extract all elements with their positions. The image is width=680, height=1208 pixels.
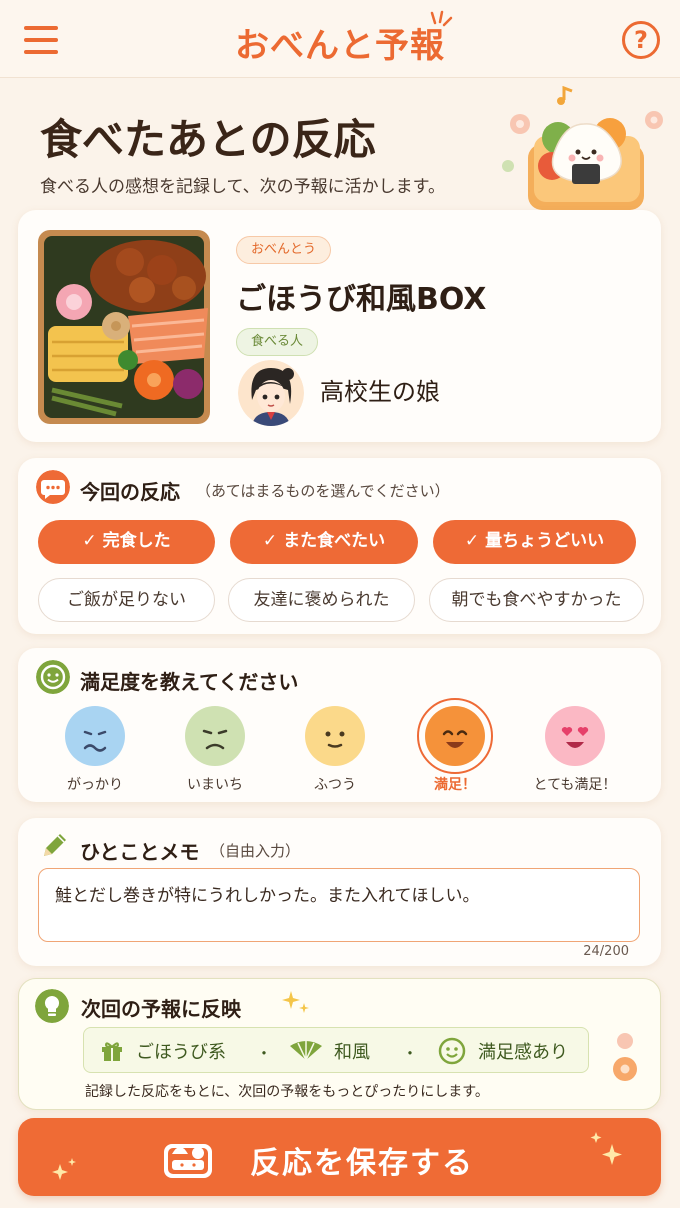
save-reaction-button[interactable]: 反応を保存する	[18, 1118, 661, 1196]
face-label-selected: 満足！	[434, 777, 476, 793]
disappointed-face-icon[interactable]	[65, 706, 125, 766]
tag-satisfying: 満足感あり	[478, 1042, 568, 1063]
folding-fan-icon	[290, 1041, 322, 1061]
bento-box-icon	[164, 1144, 212, 1178]
sparkle-icon	[282, 991, 309, 1013]
pencil-icon	[44, 834, 66, 856]
next-forecast-card: 次回の予報に反映 ごほうび系 ・ 和風 ・ 満足感あり 記録した反応をもとに、次…	[18, 978, 661, 1110]
reaction-note: （あてはまるものを選んでください）	[196, 482, 450, 500]
face-label: がっかり	[67, 777, 123, 793]
onigiri-bento-illustration	[502, 86, 663, 210]
flower-icon	[613, 1033, 637, 1081]
happy-face-icon[interactable]	[417, 698, 493, 774]
help-question-icon[interactable]: ?	[622, 21, 660, 59]
memo-title: ひとことメモ	[80, 840, 200, 864]
chip-easy-morning[interactable]: 朝でも食べやすかった	[429, 578, 644, 622]
sparkle-icon	[590, 1132, 622, 1165]
page-title: 食べたあとの反応	[40, 115, 376, 164]
memo-note: （自由入力）	[210, 842, 301, 860]
tag-japanese: 和風	[334, 1042, 370, 1063]
bento-tag: おべんとう	[236, 236, 332, 264]
eater-tag: 食べる人	[236, 328, 319, 356]
bento-photo	[38, 230, 210, 424]
memo-char-count: 24/200	[583, 944, 629, 959]
smile-icon	[36, 660, 70, 694]
face-label: ふつう	[314, 777, 356, 793]
eater-name: 高校生の娘	[320, 378, 440, 406]
lightbulb-icon	[35, 989, 69, 1023]
bento-name: ごほうび和風BOX	[236, 282, 487, 317]
chip-not-enough-rice[interactable]: ご飯が足りない	[38, 578, 215, 622]
next-note: 記録した反応をもとに、次回の予報をもっとぴったりにします。	[85, 1084, 489, 1100]
check-icon: ✓	[464, 531, 480, 551]
chip-finished[interactable]: ✓ 完食した	[38, 520, 215, 564]
chip-label: 量ちょうどいい	[485, 531, 605, 551]
memo-card: ひとことメモ （自由入力） 鮭とだし巻きが特にうれしかった。また入れてほしい。 …	[18, 818, 661, 966]
heart-eyes-face-icon[interactable]	[545, 706, 605, 766]
memo-input[interactable]: 鮭とだし巻きが特にうれしかった。また入れてほしい。	[38, 868, 640, 942]
app-title: おべんと予報	[235, 26, 445, 66]
check-icon: ✓	[82, 531, 97, 551]
meh-face-icon[interactable]	[185, 706, 245, 766]
tag-separator: ・	[256, 1044, 273, 1063]
sparkle-icon	[52, 1158, 76, 1180]
chip-portion-right[interactable]: ✓ 量ちょうどいい	[433, 520, 636, 564]
next-title: 次回の予報に反映	[81, 997, 241, 1021]
gift-icon	[102, 1042, 122, 1061]
page-subtitle: 食べる人の感想を記録して、次の予報に活かします。	[40, 177, 445, 197]
smile-icon	[438, 1037, 466, 1065]
face-label: いまいち	[187, 777, 243, 793]
chip-label: また食べたい	[283, 531, 386, 551]
eater-avatar	[238, 360, 304, 426]
tag-reward: ごほうび系	[136, 1042, 226, 1063]
sparkle-icon	[430, 10, 453, 27]
tag-separator: ・	[402, 1044, 419, 1063]
top-app-bar: おべんと予報 ?	[0, 0, 680, 78]
save-label: 反応を保存する	[250, 1146, 474, 1181]
chip-praised-by-friends[interactable]: 友達に褒められた	[228, 578, 415, 622]
check-icon: ✓	[262, 531, 278, 551]
reaction-card: 今回の反応 （あてはまるものを選んでください） ✓ 完食した ✓ また食べたい ✓ 量…	[18, 458, 661, 634]
face-label: とても満足！	[533, 777, 617, 793]
neutral-face-icon[interactable]	[305, 706, 365, 766]
reaction-title: 今回の反応	[80, 480, 180, 504]
chat-bubble-icon	[36, 470, 70, 504]
bento-card: おべんとう ごほうび和風BOX 食べる人 高校生の娘	[18, 210, 661, 442]
chip-label: 完食した	[102, 531, 171, 551]
satisfaction-title: 満足度を教えてください	[80, 670, 299, 694]
forecast-tags: ごほうび系 ・ 和風 ・ 満足感あり	[83, 1027, 589, 1073]
satisfaction-card: 満足度を教えてください がっかり いまいち ふつう 満足！ とても満足！	[18, 648, 661, 802]
chip-want-again[interactable]: ✓ また食べたい	[230, 520, 418, 564]
